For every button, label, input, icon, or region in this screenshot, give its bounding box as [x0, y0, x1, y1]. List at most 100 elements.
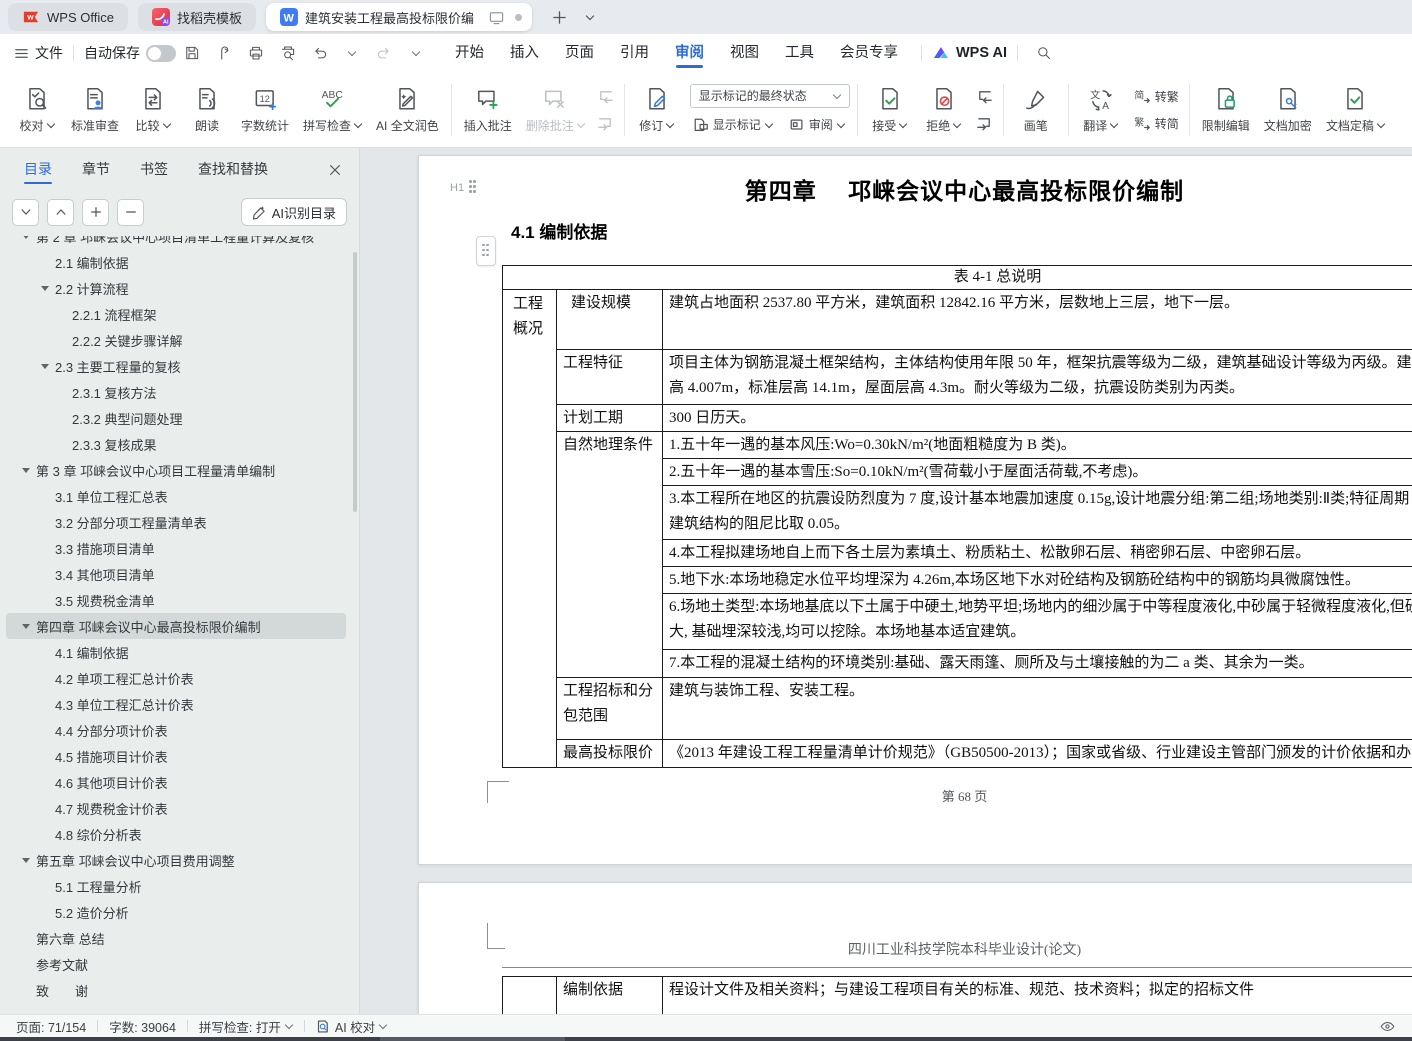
zoom-in-button[interactable] — [82, 199, 109, 226]
collapse-arrow-icon[interactable] — [58, 390, 72, 395]
collapse-arrow-icon[interactable] — [41, 676, 55, 681]
finalize-button[interactable]: 文档定稿 — [1321, 78, 1390, 142]
toc-item[interactable]: 4.8 综价分析表 — [6, 821, 346, 847]
toc-item[interactable]: 4.2 单项工程汇总计价表 — [6, 665, 346, 691]
toc-item[interactable]: 4.5 措施项目计价表 — [6, 743, 346, 769]
word-count-button[interactable]: 12 字数统计 — [236, 78, 294, 142]
collapse-arrow-icon[interactable] — [41, 884, 55, 889]
new-tab-button[interactable] — [548, 5, 572, 29]
toc-item[interactable]: 5.1 工程量分析 — [6, 873, 346, 899]
spell-check-status[interactable]: 拼写检查: 打开 — [199, 1017, 293, 1036]
collapse-arrow-icon[interactable] — [41, 702, 55, 707]
toc-item[interactable]: 3.3 措施项目清单 — [6, 535, 346, 561]
zoom-out-button[interactable] — [117, 199, 144, 226]
autosave-control[interactable]: 自动保存 — [84, 43, 176, 63]
brush-button[interactable]: 画笔 — [1011, 78, 1061, 142]
toc-item[interactable]: 2.2.2 关键步骤详解 — [6, 327, 346, 353]
print-button[interactable] — [243, 40, 269, 66]
collapse-arrow-icon[interactable] — [22, 858, 36, 863]
paragraph-drag-dots-icon[interactable] — [469, 180, 477, 195]
toc-item[interactable]: 4.3 单位工程汇总计价表 — [6, 691, 346, 717]
toc-item[interactable]: 第五章 邛崃会议中心项目费用调整 — [6, 847, 346, 873]
collapse-arrow-icon[interactable] — [58, 338, 72, 343]
reject-button[interactable]: 拒绝 — [919, 78, 969, 142]
tab-docer-templates[interactable]: AI 找稻壳模板 — [138, 3, 256, 31]
search-button[interactable] — [1031, 40, 1057, 66]
collapse-arrow-icon[interactable] — [41, 260, 55, 265]
tab-document-active[interactable]: W 建筑安装工程最高投标限价编 — [266, 3, 532, 31]
menu-tab[interactable]: 工具 — [785, 34, 814, 72]
sidebar-tab[interactable]: 查找和替换 — [198, 148, 268, 190]
toc-item[interactable]: 2.2.1 流程框架 — [6, 301, 346, 327]
toc-item[interactable]: 4.4 分部分项计价表 — [6, 717, 346, 743]
toc-item[interactable]: 3.2 分部分项工程量清单表 — [6, 509, 346, 535]
collapse-arrow-icon[interactable] — [22, 962, 36, 967]
expand-all-button[interactable] — [47, 199, 74, 226]
menu-tab[interactable]: 开始 — [455, 34, 484, 72]
undo-button[interactable] — [307, 40, 333, 66]
collapse-arrow-icon[interactable] — [41, 364, 55, 369]
print-preview-button[interactable] — [275, 40, 301, 66]
tab-wps-home[interactable]: W WPS Office — [8, 3, 128, 31]
encrypt-button[interactable]: 文档加密 — [1259, 78, 1317, 142]
ai-detect-toc-button[interactable]: AI识别目录 — [241, 198, 347, 226]
toc-item[interactable]: 2.3.1 复核方法 — [6, 379, 346, 405]
spell-check-button[interactable]: ABC 拼写检查 — [298, 78, 367, 142]
toc-item[interactable]: 致 谢 — [6, 977, 346, 1003]
collapse-arrow-icon[interactable] — [22, 468, 36, 473]
delete-comment-button[interactable]: 删除批注 — [521, 78, 590, 142]
sidebar-scrollbar[interactable] — [353, 252, 357, 512]
collapse-arrow-icon[interactable] — [41, 572, 55, 577]
general-description-table[interactable]: 表 4-1 总说明 工程概况 建设规模 建筑占地面积 2537.80 平方米，建… — [502, 265, 1412, 768]
review-pane-button[interactable]: 审阅 — [786, 114, 848, 136]
menu-tab[interactable]: 页面 — [565, 34, 594, 72]
ai-proofread-button[interactable]: AI 校对 — [316, 1017, 387, 1036]
previous-comment-button[interactable] — [594, 85, 617, 107]
toc-item[interactable]: 参考文献 — [6, 951, 346, 977]
tab-list-chevron[interactable] — [578, 5, 602, 29]
sidebar-tab[interactable]: 书签 — [140, 148, 168, 190]
track-changes-button[interactable]: 修订 — [632, 78, 682, 142]
toc-item[interactable]: 3.5 规费税金清单 — [6, 587, 346, 613]
toc-scroll-area[interactable]: 第 2 章 邛崃会议中心项目清单工程量计算及复核 2.1 编制依据 2.2 计算… — [0, 236, 352, 1014]
collapse-arrow-icon[interactable] — [41, 598, 55, 603]
previous-revision-button[interactable] — [973, 85, 996, 107]
toc-item[interactable]: 2.1 编制依据 — [6, 249, 346, 275]
toc-item[interactable]: 4.1 编制依据 — [6, 639, 346, 665]
menu-tab[interactable]: 会员专享 — [840, 34, 898, 72]
standard-review-button[interactable]: 标准审查 — [66, 78, 124, 142]
save-button[interactable] — [179, 40, 205, 66]
toc-item[interactable]: 3.1 单位工程汇总表 — [6, 483, 346, 509]
collapse-arrow-icon[interactable] — [41, 494, 55, 499]
collapse-arrow-icon[interactable] — [22, 936, 36, 941]
sidebar-tab[interactable]: 目录 — [24, 148, 52, 190]
ai-polish-button[interactable]: AI 全文润色 — [371, 78, 444, 142]
collapse-arrow-icon[interactable] — [41, 910, 55, 915]
document-page-69[interactable]: 四川工业科技学院本科毕业设计(论文) 编制依据 程设计文件及相关资料；与建设工程… — [418, 882, 1412, 1014]
collapse-arrow-icon[interactable] — [41, 520, 55, 525]
collapse-arrow-icon[interactable] — [41, 754, 55, 759]
collapse-arrow-icon[interactable] — [41, 806, 55, 811]
show-markup-button[interactable]: 显示标记 — [690, 114, 776, 136]
to-traditional-button[interactable]: 简 转繁 — [1130, 85, 1182, 107]
collapse-arrow-icon[interactable] — [22, 988, 36, 993]
toc-item[interactable]: 4.6 其他项目计价表 — [6, 769, 346, 795]
translate-button[interactable]: 文A 翻译 — [1076, 78, 1126, 142]
close-sidebar-button[interactable] — [325, 160, 345, 180]
menu-tab[interactable]: 插入 — [510, 34, 539, 72]
menu-tab[interactable]: 审阅 — [675, 34, 704, 72]
toc-item[interactable]: 2.3 主要工程量的复核 — [6, 353, 346, 379]
collapse-arrow-icon[interactable] — [58, 442, 72, 447]
table-drag-handle[interactable] — [476, 236, 496, 266]
toc-item[interactable]: 2.2 计算流程 — [6, 275, 346, 301]
markup-state-select[interactable]: 显示标记的最终状态 — [690, 84, 850, 108]
redo-button[interactable] — [371, 40, 397, 66]
read-aloud-button[interactable]: 朗读 — [182, 78, 232, 142]
file-menu[interactable]: 文件 — [14, 43, 63, 63]
insert-comment-button[interactable]: 插入批注 — [459, 78, 517, 142]
toc-item[interactable]: 第六章 总结 — [6, 925, 346, 951]
restrict-edit-button[interactable]: 限制编辑 — [1197, 78, 1255, 142]
document-page-68[interactable]: H1 第四章 邛崃会议中心最高投标限价编制 4.1 编制依据 表 4-1 总说明… — [418, 155, 1412, 865]
compare-button[interactable]: 比较 — [128, 78, 178, 142]
table-continuation[interactable]: 编制依据 程设计文件及相关资料；与建设工程项目有关的标准、规范、技术资料；拟定的… — [502, 976, 1412, 1014]
